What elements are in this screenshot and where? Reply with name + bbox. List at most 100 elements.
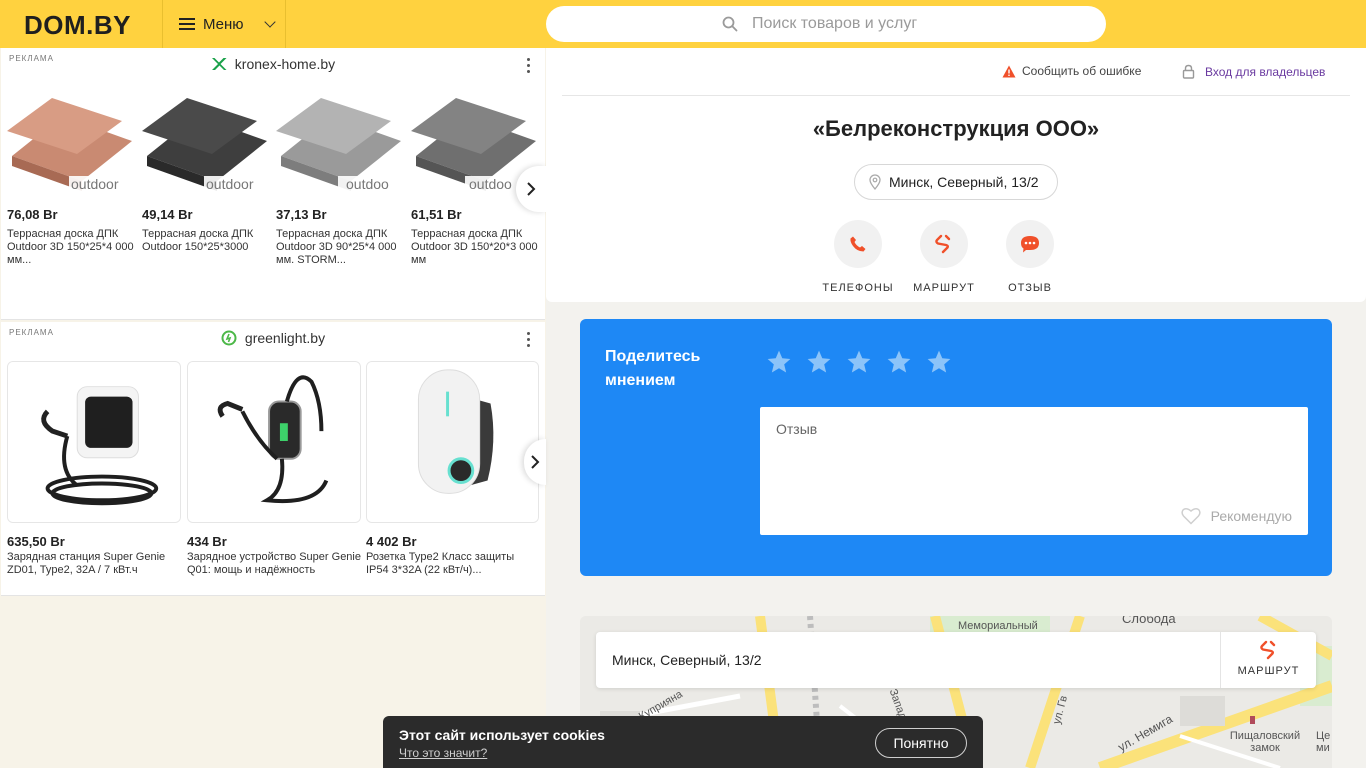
review-block: Поделитесь мнением Рекомендую bbox=[580, 319, 1332, 576]
more-options-icon[interactable] bbox=[527, 332, 531, 348]
chevron-right-icon bbox=[531, 455, 540, 469]
route-icon bbox=[1259, 640, 1275, 660]
product-price: 49,14 Br bbox=[142, 207, 193, 222]
greenlight-logo-icon bbox=[221, 330, 237, 346]
review-label: ОТЗЫВ bbox=[1008, 282, 1052, 294]
ad-source-label: kronex-home.by bbox=[234, 56, 336, 72]
star-icon[interactable] bbox=[926, 349, 952, 375]
ad-product[interactable]: outdoo 37,13 Br Террасная доска ДПК Outd… bbox=[276, 86, 406, 267]
star-icon[interactable] bbox=[806, 349, 832, 375]
chat-bubble-icon bbox=[1021, 236, 1039, 253]
ad-source[interactable]: greenlight.by bbox=[1, 330, 545, 346]
ad-product[interactable]: 434 Br Зарядное устройство Super Genie Q… bbox=[187, 361, 361, 577]
map-label: Мемориальный bbox=[958, 620, 1038, 632]
phones-label: ТЕЛЕФОНЫ bbox=[822, 282, 894, 294]
product-price: 434 Br bbox=[187, 534, 227, 549]
svg-text:outdoo: outdoo bbox=[469, 176, 512, 192]
product-image: outdoor bbox=[142, 86, 272, 196]
owners-login-link[interactable]: Вход для владельцев bbox=[1182, 64, 1325, 79]
route-label: МАРШРУТ bbox=[913, 282, 975, 294]
lock-icon bbox=[1182, 64, 1195, 79]
review-button[interactable] bbox=[1006, 220, 1054, 268]
chevron-down-icon bbox=[263, 16, 276, 28]
recommend-label: Рекомендую bbox=[1210, 508, 1292, 524]
kronex-logo-icon bbox=[211, 58, 227, 70]
map-label: Слобода bbox=[1122, 616, 1176, 626]
svg-text:outdoor: outdoor bbox=[206, 176, 254, 192]
cookie-banner: Этот сайт использует cookies Что это зна… bbox=[383, 716, 983, 768]
cookie-info-link[interactable]: Что это значит? bbox=[399, 746, 487, 760]
company-card: Сообщить об ошибке Вход для владельцев «… bbox=[546, 48, 1366, 302]
map-route-label: МАРШРУТ bbox=[1237, 665, 1300, 677]
product-name: Террасная доска ДПК Outdoor 3D 150*25*4 … bbox=[7, 228, 134, 266]
product-price: 635,50 Br bbox=[7, 534, 65, 549]
map-route-button[interactable]: МАРШРУТ bbox=[1220, 632, 1316, 688]
company-title: «Белреконструкция ООО» bbox=[812, 116, 1100, 141]
ad-block-kronex: РЕКЛАМА kronex-home.by outdoor 76,08 Br … bbox=[1, 48, 546, 320]
address-text: Минск, Северный, 13/2 bbox=[889, 174, 1039, 190]
ad-product[interactable]: 635,50 Br Зарядная станция Super Genie Z… bbox=[7, 361, 181, 577]
ad-source-label: greenlight.by bbox=[244, 330, 326, 346]
product-image bbox=[7, 361, 181, 523]
product-name: Террасная доска ДПК Outdoor 3D 150*20*3 … bbox=[411, 228, 538, 266]
search-icon bbox=[722, 16, 738, 32]
heart-icon bbox=[1180, 507, 1201, 525]
phones-button[interactable] bbox=[834, 220, 882, 268]
site-header: DOM.BY Меню bbox=[0, 0, 1366, 48]
review-action[interactable]: ОТЗЫВ bbox=[990, 220, 1070, 294]
product-name: Террасная доска ДПК Outdoor 3D 90*25*4 0… bbox=[276, 228, 397, 266]
cookie-text: Этот сайт использует cookies bbox=[399, 727, 605, 743]
route-button[interactable] bbox=[920, 220, 968, 268]
ad-product[interactable]: outdoor 49,14 Br Террасная доска ДПК Out… bbox=[142, 86, 272, 254]
divider bbox=[562, 95, 1350, 96]
ad-source[interactable]: kronex-home.by bbox=[1, 56, 545, 72]
star-icon[interactable] bbox=[846, 349, 872, 375]
ad-product[interactable]: 4 402 Br Розетка Type2 Класс защиты IP54… bbox=[366, 361, 539, 577]
warning-icon bbox=[1002, 65, 1016, 77]
route-icon bbox=[935, 234, 951, 254]
product-image: outdoor bbox=[7, 86, 137, 196]
hamburger-icon bbox=[179, 18, 195, 30]
product-price: 61,51 Br bbox=[411, 207, 462, 222]
ad-block-greenlight: РЕКЛАМА greenlight.by 635,50 Br Зарядная… bbox=[1, 322, 546, 596]
product-name: Розетка Type2 Класс защиты IP54 3*32A (2… bbox=[366, 551, 515, 576]
route-action[interactable]: МАРШРУТ bbox=[904, 220, 984, 294]
location-pin-icon bbox=[869, 174, 881, 190]
product-name: Зарядная станция Super Genie ZD01, Type2… bbox=[7, 551, 166, 576]
map-label: Це ми bbox=[1316, 730, 1331, 754]
recommend-toggle[interactable]: Рекомендую bbox=[1180, 507, 1292, 525]
product-price: 4 402 Br bbox=[366, 534, 417, 549]
phones-action[interactable]: ТЕЛЕФОНЫ bbox=[818, 220, 898, 294]
cookie-accept-button[interactable]: Понятно bbox=[875, 728, 967, 758]
ads-column: РЕКЛАМА kronex-home.by outdoor 76,08 Br … bbox=[0, 48, 546, 768]
map-address-bar: Минск, Северный, 13/2 МАРШРУТ bbox=[596, 632, 1316, 688]
menu-button[interactable]: Меню bbox=[162, 0, 286, 48]
search-input[interactable] bbox=[752, 15, 1052, 33]
ad-product[interactable]: outdoor 76,08 Br Террасная доска ДПК Out… bbox=[7, 86, 137, 267]
svg-text:outdoor: outdoor bbox=[71, 176, 119, 192]
phone-icon bbox=[850, 236, 866, 252]
address-pill[interactable]: Минск, Северный, 13/2 bbox=[854, 164, 1058, 200]
rating-stars bbox=[766, 349, 952, 375]
svg-text:outdoo: outdoo bbox=[346, 176, 389, 192]
product-name: Зарядное устройство Super Genie Q01: мощ… bbox=[187, 551, 361, 576]
star-icon[interactable] bbox=[766, 349, 792, 375]
report-error-label: Сообщить об ошибке bbox=[1022, 64, 1142, 78]
product-price: 76,08 Br bbox=[7, 207, 58, 222]
review-input-box: Рекомендую bbox=[760, 407, 1308, 535]
chevron-right-icon bbox=[527, 182, 536, 196]
product-image bbox=[187, 361, 361, 523]
product-image: outdoo bbox=[276, 86, 406, 196]
menu-label: Меню bbox=[203, 15, 244, 33]
report-error-link[interactable]: Сообщить об ошибке bbox=[1002, 64, 1141, 78]
map-address-text: Минск, Северный, 13/2 bbox=[612, 652, 762, 668]
star-icon[interactable] bbox=[886, 349, 912, 375]
more-options-icon[interactable] bbox=[527, 58, 531, 74]
product-name: Террасная доска ДПК Outdoor 150*25*3000 bbox=[142, 228, 254, 253]
site-logo[interactable]: DOM.BY bbox=[24, 10, 131, 41]
search-bar[interactable] bbox=[546, 6, 1106, 42]
map-label: Пищаловский замок bbox=[1229, 730, 1301, 754]
product-price: 37,13 Br bbox=[276, 207, 327, 222]
product-image bbox=[366, 361, 539, 523]
owners-login-label: Вход для владельцев bbox=[1205, 64, 1326, 79]
